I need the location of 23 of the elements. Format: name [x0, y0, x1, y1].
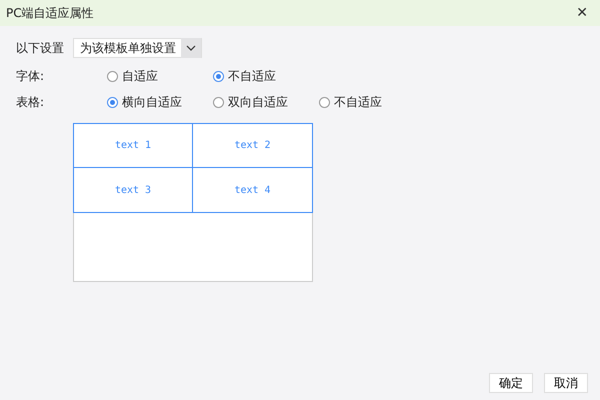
table-cell: text 3 [74, 168, 193, 212]
dialog-button[interactable]: 确定 [489, 373, 533, 393]
window-title: PC端自适应属性 [6, 4, 94, 22]
radio-option[interactable]: 不自适应 [319, 94, 425, 110]
close-button[interactable]: ✕ [572, 5, 592, 21]
radio-button[interactable] [319, 96, 330, 108]
table-cell: text 2 [193, 124, 312, 168]
group-label: 字体: [16, 68, 46, 84]
table-cell: text 1 [74, 124, 193, 168]
radio-option[interactable]: 自适应 [107, 68, 213, 84]
table-cell-text: text 4 [233, 184, 272, 198]
radio-option[interactable]: 横向自适应 [107, 94, 213, 110]
radio-button[interactable] [213, 70, 224, 82]
setting-dropdown[interactable]: 为该模板单独设置 [73, 38, 202, 58]
radio-button[interactable] [107, 70, 118, 82]
radio-button[interactable] [213, 96, 224, 108]
dialog-button[interactable]: 取消 [544, 373, 588, 393]
group-label: 表格: [16, 94, 46, 110]
radio-button[interactable] [107, 96, 118, 108]
setting-label: 以下设置 [16, 40, 64, 56]
caret-icon [181, 38, 201, 58]
radio-option[interactable]: 双向自适应 [213, 94, 319, 110]
radio-option[interactable]: 不自适应 [213, 68, 319, 84]
